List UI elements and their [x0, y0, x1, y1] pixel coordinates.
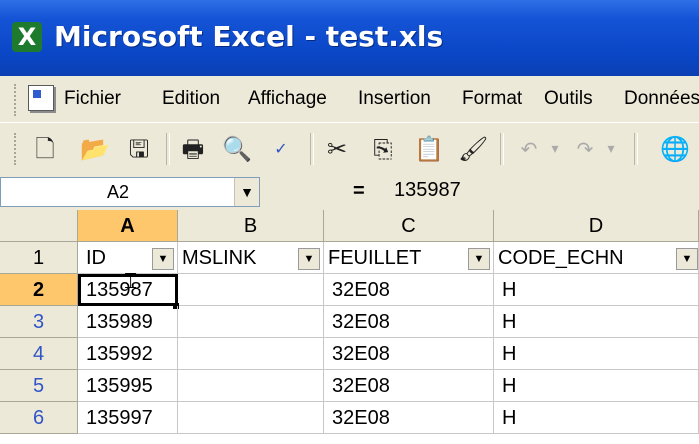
table-row: 1 ID ▼ MSLINK ▼ FEUILLET ▼ CODE_ECHN ▼: [0, 242, 699, 274]
cell-d3[interactable]: H: [494, 306, 699, 338]
menu-donnees[interactable]: Données: [624, 88, 699, 110]
format-painter-icon[interactable]: 🖌: [458, 134, 488, 164]
menu-outils[interactable]: Outils: [544, 88, 593, 110]
row-header[interactable]: 3: [0, 306, 78, 338]
cell-b2[interactable]: [178, 274, 324, 306]
toolbar-separator: [500, 133, 504, 165]
cell-b6[interactable]: [178, 402, 324, 434]
filter-dropdown-icon[interactable]: ▼: [676, 248, 698, 270]
toolbar-separator: [634, 133, 638, 165]
menu-grip[interactable]: [14, 84, 20, 116]
excel-icon: X: [12, 22, 42, 52]
column-header-c[interactable]: C: [324, 210, 494, 242]
cell-a5[interactable]: 135995: [78, 370, 178, 402]
title-bar: X Microsoft Excel - test.xls: [0, 0, 699, 76]
save-icon[interactable]: 🖫: [124, 134, 154, 164]
menu-insertion[interactable]: Insertion: [358, 88, 431, 110]
cell-a4[interactable]: 135992: [78, 338, 178, 370]
column-header-a[interactable]: A: [78, 210, 178, 242]
row-header[interactable]: 5: [0, 370, 78, 402]
row-header[interactable]: 1: [0, 242, 78, 274]
cell-a3[interactable]: 135989: [78, 306, 178, 338]
cursor-icon: ⌶: [124, 268, 138, 293]
cell-d2[interactable]: H: [494, 274, 699, 306]
field-header-label: MSLINK: [182, 247, 257, 269]
table-row: 3 135989 32E08 H: [0, 306, 699, 338]
cell-c5[interactable]: 32E08: [324, 370, 494, 402]
name-box-value: A2: [107, 182, 130, 202]
standard-toolbar: 🗋 📂 🖫 🖶 🔍 ✓ ✂ ⎘ 📋 🖌 ↶ ▾ ↷ ▾ 🌐: [0, 122, 699, 175]
cell-c3[interactable]: 32E08: [324, 306, 494, 338]
cell-b4[interactable]: [178, 338, 324, 370]
row-header[interactable]: 6: [0, 402, 78, 434]
field-header-label: CODE_ECHN: [498, 247, 624, 269]
filter-dropdown-icon[interactable]: ▼: [468, 248, 490, 270]
filter-dropdown-icon[interactable]: ▼: [152, 248, 174, 270]
row-header[interactable]: 4: [0, 338, 78, 370]
cell-b5[interactable]: [178, 370, 324, 402]
cell-d6[interactable]: H: [494, 402, 699, 434]
menu-edition[interactable]: Edition: [162, 88, 220, 110]
field-header-label: ID: [86, 247, 106, 269]
column-header-d[interactable]: D: [494, 210, 699, 242]
print-icon[interactable]: 🖶: [178, 134, 208, 164]
menu-affichage[interactable]: Affichage: [248, 88, 327, 110]
column-header-row: A B C D: [0, 210, 699, 242]
window-title: Microsoft Excel - test.xls: [54, 20, 444, 53]
cell-c2[interactable]: 32E08: [324, 274, 494, 306]
cell-c4[interactable]: 32E08: [324, 338, 494, 370]
paste-icon[interactable]: 📋: [414, 134, 444, 164]
name-box[interactable]: A2 ▼: [0, 177, 260, 207]
cut-icon[interactable]: ✂: [322, 134, 352, 164]
undo-dropdown-icon[interactable]: ▾: [540, 134, 570, 164]
row-header[interactable]: 2: [0, 274, 78, 306]
formula-bar: A2 ▼ = 135987: [0, 174, 699, 210]
table-row: 6 135997 32E08 H: [0, 402, 699, 434]
field-header-code-echn[interactable]: CODE_ECHN: [494, 242, 699, 274]
redo-dropdown-icon[interactable]: ▾: [596, 134, 626, 164]
copy-icon[interactable]: ⎘: [368, 134, 398, 164]
print-preview-icon[interactable]: 🔍: [222, 134, 252, 164]
toolbar-separator: [166, 133, 170, 165]
spell-check-icon[interactable]: ✓: [266, 134, 296, 164]
cell-c6[interactable]: 32E08: [324, 402, 494, 434]
toolbar-grip[interactable]: [14, 133, 20, 165]
new-document-icon[interactable]: 🗋: [30, 134, 60, 164]
formula-input[interactable]: 135987: [394, 179, 461, 202]
menu-bar: Fichier Edition Affichage Insertion Form…: [0, 76, 699, 123]
cell-b3[interactable]: [178, 306, 324, 338]
field-header-label: FEUILLET: [328, 247, 422, 269]
menu-fichier[interactable]: Fichier: [64, 88, 121, 110]
chevron-down-icon[interactable]: ▼: [234, 178, 259, 206]
hyperlink-icon[interactable]: 🌐: [660, 134, 690, 164]
toolbar-separator: [310, 133, 314, 165]
open-folder-icon[interactable]: 📂: [80, 134, 110, 164]
equals-icon[interactable]: =: [353, 180, 365, 203]
menu-format[interactable]: Format: [462, 88, 522, 110]
table-row: 2 135987 32E08 H: [0, 274, 699, 306]
cell-a6[interactable]: 135997: [78, 402, 178, 434]
cell-d5[interactable]: H: [494, 370, 699, 402]
filter-dropdown-icon[interactable]: ▼: [298, 248, 320, 270]
select-all-corner[interactable]: [0, 210, 78, 242]
workbook-icon[interactable]: [28, 85, 54, 111]
table-row: 4 135992 32E08 H: [0, 338, 699, 370]
cell-d4[interactable]: H: [494, 338, 699, 370]
table-row: 5 135995 32E08 H: [0, 370, 699, 402]
column-header-b[interactable]: B: [178, 210, 324, 242]
